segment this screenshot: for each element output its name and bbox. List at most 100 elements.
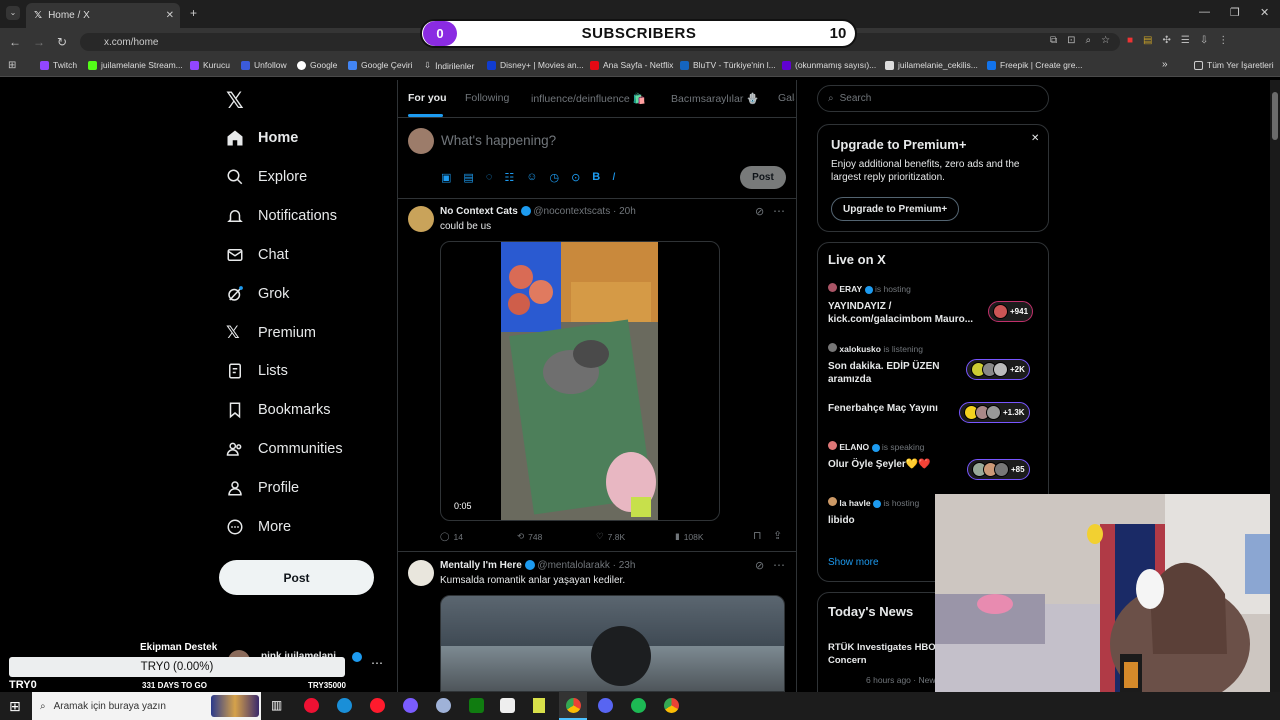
translate-icon[interactable]: ⧉ (1050, 35, 1057, 46)
bold-icon[interactable]: B (592, 171, 600, 184)
nav-communities[interactable]: Communities (226, 440, 343, 458)
task-view-icon[interactable]: ▥ (271, 698, 282, 712)
spotify-icon[interactable] (631, 698, 646, 713)
reply-action[interactable]: ◯ 14 (440, 531, 463, 542)
nav-explore[interactable]: Explore (226, 168, 307, 186)
tab-for-you[interactable]: For you (408, 92, 447, 104)
minimize-icon[interactable]: — (1199, 6, 1210, 18)
tab-bacimsaraylilar[interactable]: Bacımsaraylılar 🪬 (671, 92, 759, 105)
upgrade-button[interactable]: Upgrade to Premium+ (831, 197, 960, 221)
search-box[interactable]: ⌕ Search (817, 85, 1049, 112)
live-listeners[interactable]: +1.3K (959, 402, 1030, 423)
bookmark-disney[interactable]: Disney+ | Movies an... (487, 60, 584, 70)
reload-icon[interactable]: ↻ (57, 35, 67, 49)
host-name[interactable]: ELANO (839, 442, 869, 452)
maximize-icon[interactable]: ❐ (1230, 6, 1240, 19)
live-item-title[interactable]: Son dakika. EDİP ÜZEN aramızda (828, 360, 958, 386)
compose-post-button[interactable]: Post (740, 166, 786, 189)
tweet-avatar[interactable] (408, 206, 434, 232)
taskbar-search[interactable]: ⌕ Aramak için buraya yazın (32, 692, 261, 720)
nav-grok[interactable]: Grok (226, 285, 289, 303)
tab-close-icon[interactable]: ✕ (166, 10, 174, 21)
bookmark-translate[interactable]: Google Çeviri (348, 60, 413, 70)
bookmark-mail[interactable]: (okunmamış sayısı)... (782, 60, 876, 70)
close-window-icon[interactable]: ✕ (1260, 6, 1269, 19)
grok-explain-icon[interactable]: ⊘ (755, 205, 764, 218)
scrollbar-thumb[interactable] (1272, 92, 1278, 140)
apps-grid-icon[interactable]: ⊞ (8, 60, 16, 71)
bookmark-cekilis[interactable]: juilamelanie_cekilis... (885, 60, 978, 70)
back-icon[interactable]: ← (9, 35, 21, 49)
menu-kebab-icon[interactable]: ⋮ (1218, 35, 1228, 46)
nav-profile[interactable]: Profile (226, 479, 299, 497)
close-icon[interactable]: ✕ (1031, 133, 1039, 144)
nav-bookmarks[interactable]: Bookmarks (226, 401, 331, 419)
nav-lists[interactable]: Lists (226, 362, 288, 380)
account-more-icon[interactable]: ⋯ (371, 656, 383, 670)
gif-icon[interactable]: ▤ (463, 171, 473, 184)
live-listeners[interactable]: +85 (967, 459, 1030, 480)
compose-input[interactable]: What's happening? (441, 133, 556, 148)
tweet-more-icon[interactable]: ⋯ (773, 204, 785, 218)
nav-more[interactable]: More (226, 518, 291, 536)
tweet-handle[interactable]: @nocontextscats (533, 206, 610, 217)
tab-influence[interactable]: influence/deinfluence 🛍️ (531, 92, 646, 105)
nav-premium[interactable]: 𝕏 Premium (226, 323, 316, 343)
show-more-link[interactable]: Show more (828, 557, 879, 568)
install-icon[interactable]: ⊡ (1067, 35, 1075, 46)
app-icon-3[interactable] (436, 698, 451, 713)
tweet-time[interactable]: 23h (619, 560, 636, 571)
extension-red-icon[interactable]: ■ (1127, 35, 1133, 46)
xbox-icon[interactable] (469, 698, 484, 713)
discord-icon[interactable] (598, 698, 613, 713)
bookmark-freepik[interactable]: Freepik | Create gre... (987, 60, 1083, 70)
tweet-handle[interactable]: @mentalolarakk (537, 560, 609, 571)
views-action[interactable]: ▮ 108K (675, 531, 704, 542)
bookmark-stream[interactable]: juilamelanie Stream... (88, 60, 183, 70)
new-tab-icon[interactable]: + (190, 6, 197, 20)
live-listeners[interactable]: +941 (988, 301, 1034, 322)
location-icon[interactable]: ⊙ (571, 171, 580, 184)
tweet-avatar[interactable] (408, 560, 434, 586)
bookmark-google[interactable]: Google (297, 60, 337, 70)
poll-icon[interactable]: ☷ (504, 171, 514, 184)
chrome-icon-2[interactable] (664, 698, 679, 713)
live-item-title[interactable]: Olur Öyle Şeyler💛❤️ (828, 459, 931, 470)
more-bookmarks-icon[interactable]: » (1162, 59, 1168, 70)
live-listeners[interactable]: +2K (966, 359, 1030, 380)
schedule-icon[interactable]: ◷ (549, 171, 559, 184)
bookmark-twitch[interactable]: Twitch (40, 60, 77, 70)
page-scrollbar[interactable] (1270, 80, 1280, 692)
bookmark-blutv[interactable]: BluTV - Türkiye'nin l... (680, 60, 776, 70)
bookmark-downloads[interactable]: ⇩ İndirilenler (424, 60, 474, 71)
nav-notifications[interactable]: Notifications (226, 207, 337, 225)
tweet-author[interactable]: Mentally I'm Here (440, 560, 522, 571)
tab-following[interactable]: Following (465, 92, 509, 104)
nav-chat[interactable]: Chat (226, 246, 289, 264)
bookmark-action-icon[interactable]: ⊓ (753, 529, 762, 542)
host-name[interactable]: xalokusko (839, 344, 881, 354)
nav-home[interactable]: Home (226, 129, 298, 147)
emoji-icon[interactable]: ☺ (526, 171, 537, 184)
edge-icon[interactable] (337, 698, 352, 713)
bookmark-kurucu[interactable]: Kurucu (190, 60, 230, 70)
share-icon[interactable]: ⇪ (773, 529, 782, 542)
live-item-title[interactable]: Fenerbahçe Maç Yayını (828, 403, 938, 414)
image-icon[interactable]: ▣ (441, 171, 451, 184)
tweet-author[interactable]: No Context Cats (440, 206, 518, 217)
zoom-icon[interactable]: ⌕ (1086, 35, 1092, 46)
host-name[interactable]: ERAY (839, 284, 862, 294)
app-icon-1[interactable] (304, 698, 319, 713)
grok-explain-icon[interactable]: ⊘ (755, 559, 764, 572)
tweet-video[interactable]: 0:05 (440, 241, 720, 521)
reading-list-icon[interactable]: ☰ (1181, 35, 1190, 46)
live-item-title[interactable]: libido (828, 515, 855, 526)
retweet-action[interactable]: ⟲ 748 (517, 531, 542, 542)
tweet-media[interactable] (440, 595, 785, 692)
italic-icon[interactable]: I (612, 171, 615, 184)
tweet-more-icon[interactable]: ⋯ (773, 558, 785, 572)
all-bookmarks[interactable]: Tüm Yer İşaretleri (1194, 60, 1274, 70)
bookmark-netflix[interactable]: Ana Sayfa - Netflix (590, 60, 673, 70)
x-logo-icon[interactable]: 𝕏 (226, 88, 244, 114)
app-icon-2[interactable] (403, 698, 418, 713)
